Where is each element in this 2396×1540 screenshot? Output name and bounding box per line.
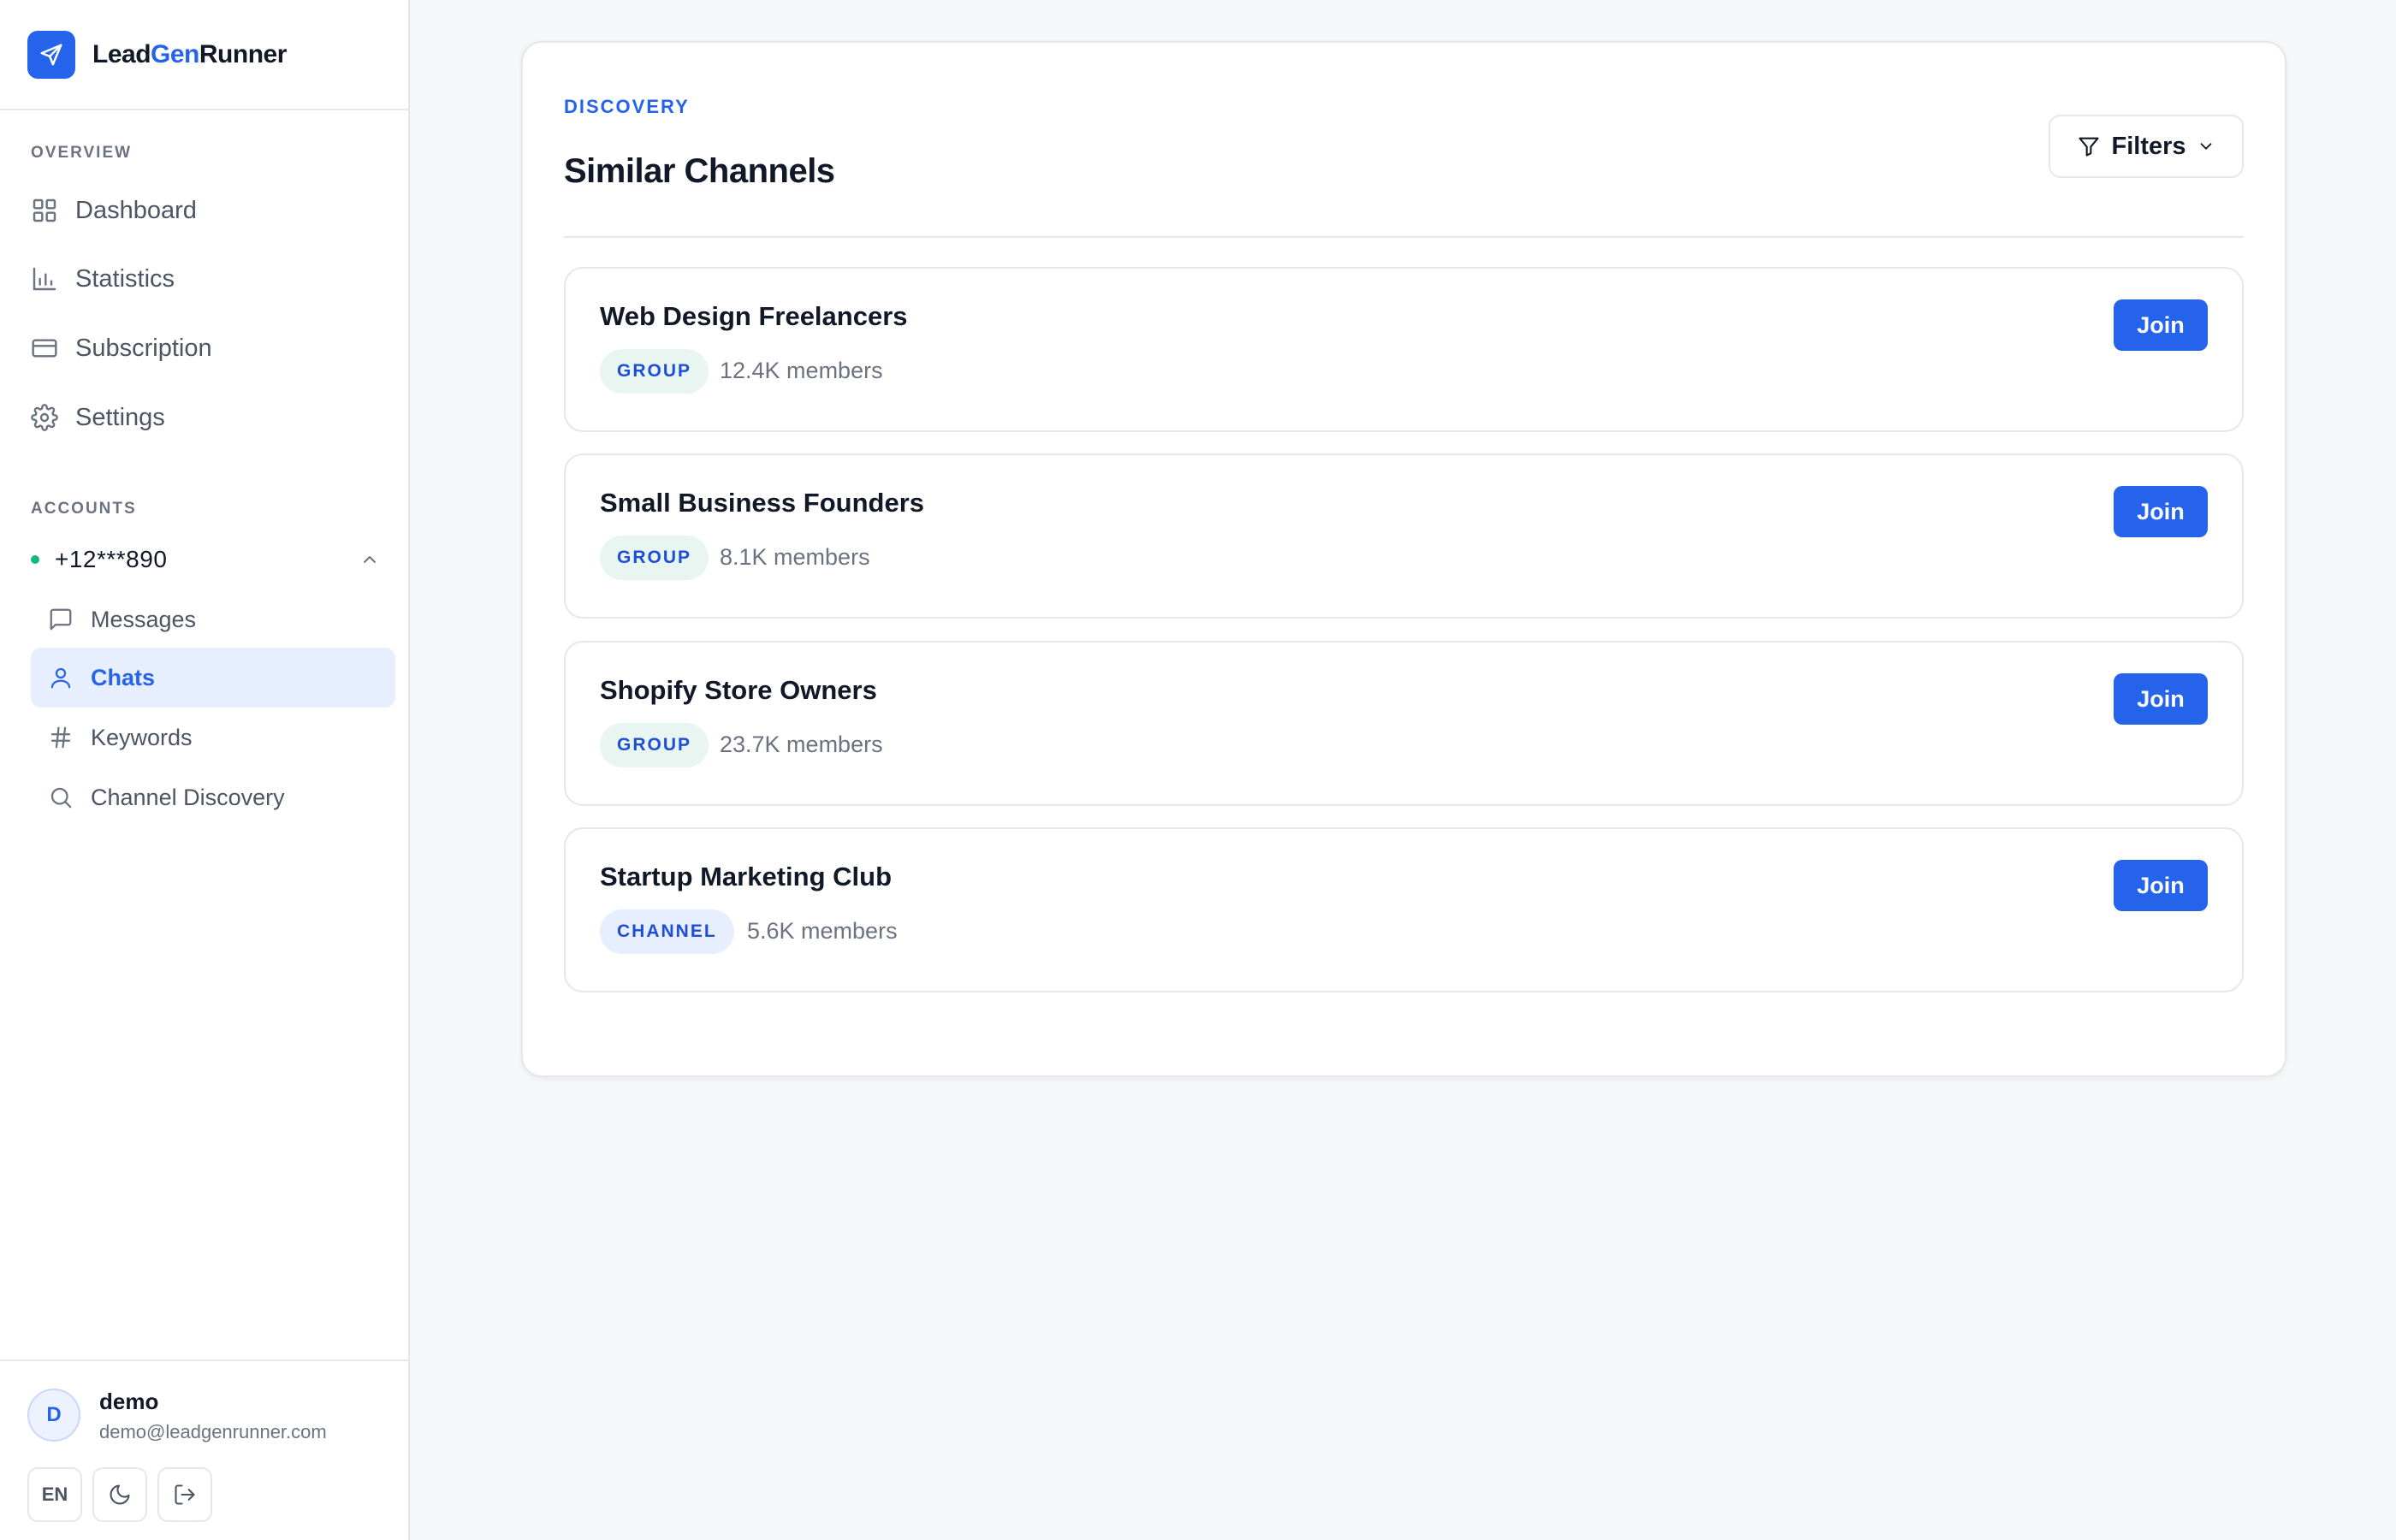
credit-card-icon	[32, 339, 57, 358]
filters-button[interactable]: Filters	[2049, 115, 2244, 178]
sidebar-item-label: Statistics	[75, 264, 175, 293]
language-button[interactable]: EN	[27, 1467, 82, 1522]
account-number: +12***890	[55, 546, 168, 572]
member-count: 5.6K members	[747, 918, 898, 944]
message-icon	[50, 608, 72, 631]
account-toggle[interactable]: +12***890	[31, 542, 380, 577]
channel-name: Web Design Freelancers	[600, 301, 908, 331]
page-title: Similar Channels	[564, 152, 835, 190]
channel-name: Shopify Store Owners	[600, 675, 877, 705]
type-badge: GROUP	[600, 536, 709, 580]
join-button[interactable]: Join	[2114, 486, 2208, 537]
member-count: 23.7K members	[720, 732, 883, 757]
channel-card: Web Design Freelancers GROUP 12.4K membe…	[564, 267, 2244, 432]
sidebar-item-dashboard[interactable]: Dashboard	[31, 187, 197, 234]
sidebar-item-label: Chats	[91, 664, 156, 690]
sidebar-item-label: Keywords	[91, 724, 193, 750]
sidebar-item-label: Channel Discovery	[91, 784, 285, 810]
sidebar-item-label: Subscription	[75, 334, 212, 362]
sidebar-item-statistics[interactable]: Statistics	[31, 255, 175, 303]
divider	[564, 236, 2244, 238]
send-icon	[27, 30, 75, 79]
type-badge: GROUP	[600, 349, 709, 394]
bar-chart-icon	[33, 267, 56, 291]
sidebar-item-label: Settings	[75, 403, 165, 431]
join-button[interactable]: Join	[2114, 673, 2208, 725]
sidebar-item-label: Dashboard	[75, 196, 197, 224]
gear-icon	[31, 404, 58, 431]
avatar[interactable]: D	[27, 1389, 80, 1442]
member-count: 12.4K members	[720, 358, 883, 383]
theme-toggle-button[interactable]	[92, 1467, 147, 1522]
type-badge: GROUP	[600, 723, 709, 767]
type-badge: CHANNEL	[600, 909, 734, 954]
sidebar-item-settings[interactable]: Settings	[31, 394, 165, 441]
filter-icon	[2079, 137, 2100, 157]
sidebar-item-channel-discovery[interactable]: Channel Discovery	[31, 767, 395, 827]
sidebar-item-messages[interactable]: Messages	[31, 589, 395, 649]
moon-icon	[110, 1484, 130, 1505]
accounts-section-label: ACCOUNTS	[31, 500, 137, 518]
channel-card: Startup Marketing Club CHANNEL 5.6K memb…	[564, 827, 2244, 992]
similar-channels-panel: DISCOVERY Similar Channels Filters Web D…	[521, 41, 2286, 1077]
chevron-down-icon	[2200, 143, 2211, 151]
status-dot	[31, 555, 39, 564]
logout-icon	[175, 1484, 195, 1505]
sidebar-item-keywords[interactable]: Keywords	[31, 708, 395, 767]
join-button[interactable]: Join	[2114, 299, 2208, 351]
app-name: LeadGenRunner	[92, 39, 287, 68]
channel-card: Shopify Store Owners GROUP 23.7K members…	[564, 641, 2244, 806]
channel-name: Startup Marketing Club	[600, 862, 893, 891]
sidebar-item-chats[interactable]: Chats	[31, 648, 395, 708]
join-button[interactable]: Join	[2114, 860, 2208, 911]
filters-label: Filters	[2111, 132, 2186, 160]
sidebar: LeadGenRunner OVERVIEW Dashboard Statist…	[0, 0, 410, 1540]
user-email: demo@leadgenrunner.com	[99, 1421, 327, 1442]
sidebar-item-subscription[interactable]: Subscription	[31, 324, 212, 372]
channel-name: Small Business Founders	[600, 488, 924, 518]
grid-icon	[33, 198, 56, 222]
sidebar-item-label: Messages	[91, 606, 197, 632]
chevron-up-icon	[364, 556, 376, 563]
member-count: 8.1K members	[720, 544, 870, 570]
channel-card: Small Business Founders GROUP 8.1K membe…	[564, 453, 2244, 619]
search-icon	[50, 787, 72, 808]
logout-button[interactable]	[157, 1467, 212, 1522]
section-eyebrow: DISCOVERY	[564, 96, 690, 117]
overview-section-label: OVERVIEW	[31, 144, 133, 162]
user-name: demo	[99, 1389, 159, 1414]
user-icon	[50, 667, 71, 689]
user-footer: D demo demo@leadgenrunner.com EN	[0, 1359, 410, 1540]
brand[interactable]: LeadGenRunner	[0, 0, 408, 110]
hash-icon	[50, 726, 71, 749]
